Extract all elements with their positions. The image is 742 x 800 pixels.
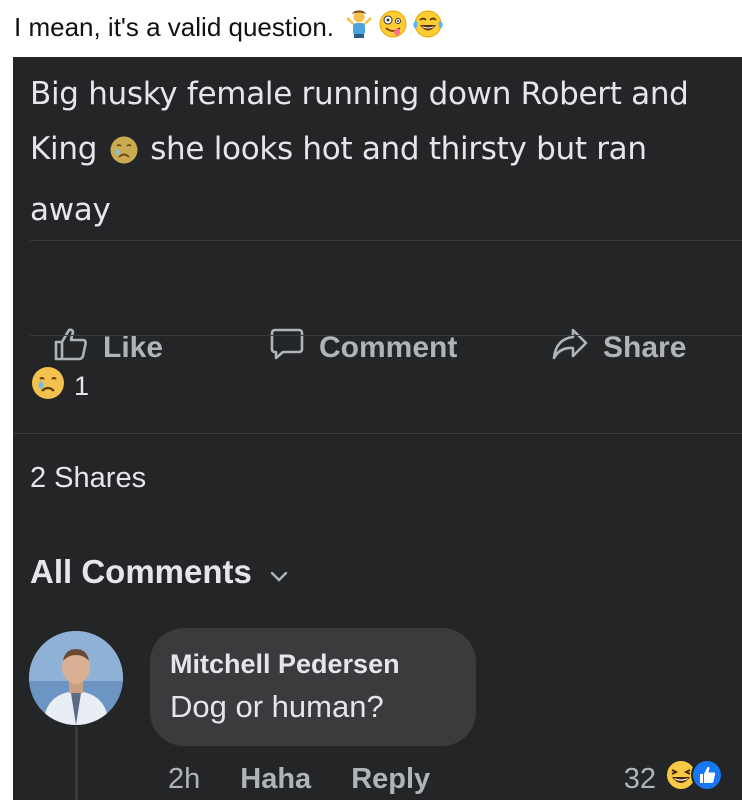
post-text: Big husky female running down Robert and… bbox=[30, 67, 730, 238]
post-text-line-3: away bbox=[30, 192, 111, 228]
post-text-line-2-start: King bbox=[30, 131, 98, 167]
sad-face-icon bbox=[30, 365, 66, 408]
comment-thread-line bbox=[75, 727, 78, 800]
all-comments-label: All Comments bbox=[30, 553, 252, 590]
like-icon bbox=[690, 758, 724, 800]
post-text-line-2-end: she looks hot and thirsty but ran bbox=[150, 131, 647, 167]
comment-reaction-number: 32 bbox=[623, 762, 656, 795]
post-action-bar: Like Comment Share bbox=[13, 322, 742, 374]
divider bbox=[13, 433, 742, 434]
share-label: Share bbox=[603, 331, 687, 364]
zany-face-icon bbox=[378, 9, 408, 46]
reaction-summary[interactable]: 1 bbox=[30, 365, 89, 408]
comment-author[interactable]: Mitchell Pedersen bbox=[170, 646, 456, 682]
divider bbox=[30, 240, 742, 241]
comment-text: Dog or human? bbox=[170, 689, 384, 724]
comment-time: 2h bbox=[168, 762, 201, 795]
sad-face-icon bbox=[109, 128, 139, 183]
speech-bubble-icon bbox=[269, 327, 305, 369]
comment-reaction-count[interactable]: 32 bbox=[624, 757, 724, 800]
post-text-line-2: King she looks hot and thirsty but ran bbox=[30, 122, 730, 183]
tears-of-joy-icon bbox=[412, 9, 444, 46]
avatar[interactable] bbox=[29, 631, 123, 725]
comment-bubble[interactable]: Mitchell Pedersen Dog or human? bbox=[150, 628, 476, 746]
divider bbox=[30, 335, 742, 336]
comment-label: Comment bbox=[319, 331, 458, 364]
facebook-post-screen: Big husky female running down Robert and… bbox=[13, 57, 742, 800]
comment-meta: 2h Haha Reply bbox=[168, 757, 430, 800]
chevron-down-icon bbox=[270, 553, 288, 591]
comment-button[interactable]: Comment bbox=[269, 322, 457, 374]
haha-reaction-button[interactable]: Haha bbox=[240, 763, 311, 796]
caption-text: I mean, it's a valid question. bbox=[14, 11, 335, 42]
reply-button[interactable]: Reply bbox=[351, 763, 430, 796]
reaction-count: 1 bbox=[74, 371, 90, 401]
person-shrugging-icon bbox=[344, 9, 374, 46]
caption-emojis bbox=[344, 9, 444, 46]
like-label: Like bbox=[103, 331, 164, 364]
share-button[interactable]: Share bbox=[551, 322, 686, 374]
post-text-line-1: Big husky female running down Robert and bbox=[30, 76, 689, 112]
all-comments-dropdown[interactable]: All Comments bbox=[30, 553, 288, 591]
share-arrow-icon bbox=[551, 327, 589, 369]
caption: I mean, it's a valid question. bbox=[14, 4, 444, 50]
shares-count[interactable]: 2 Shares bbox=[30, 462, 146, 495]
comment-reaction-icons bbox=[664, 758, 724, 800]
thumbs-up-icon bbox=[53, 327, 89, 369]
